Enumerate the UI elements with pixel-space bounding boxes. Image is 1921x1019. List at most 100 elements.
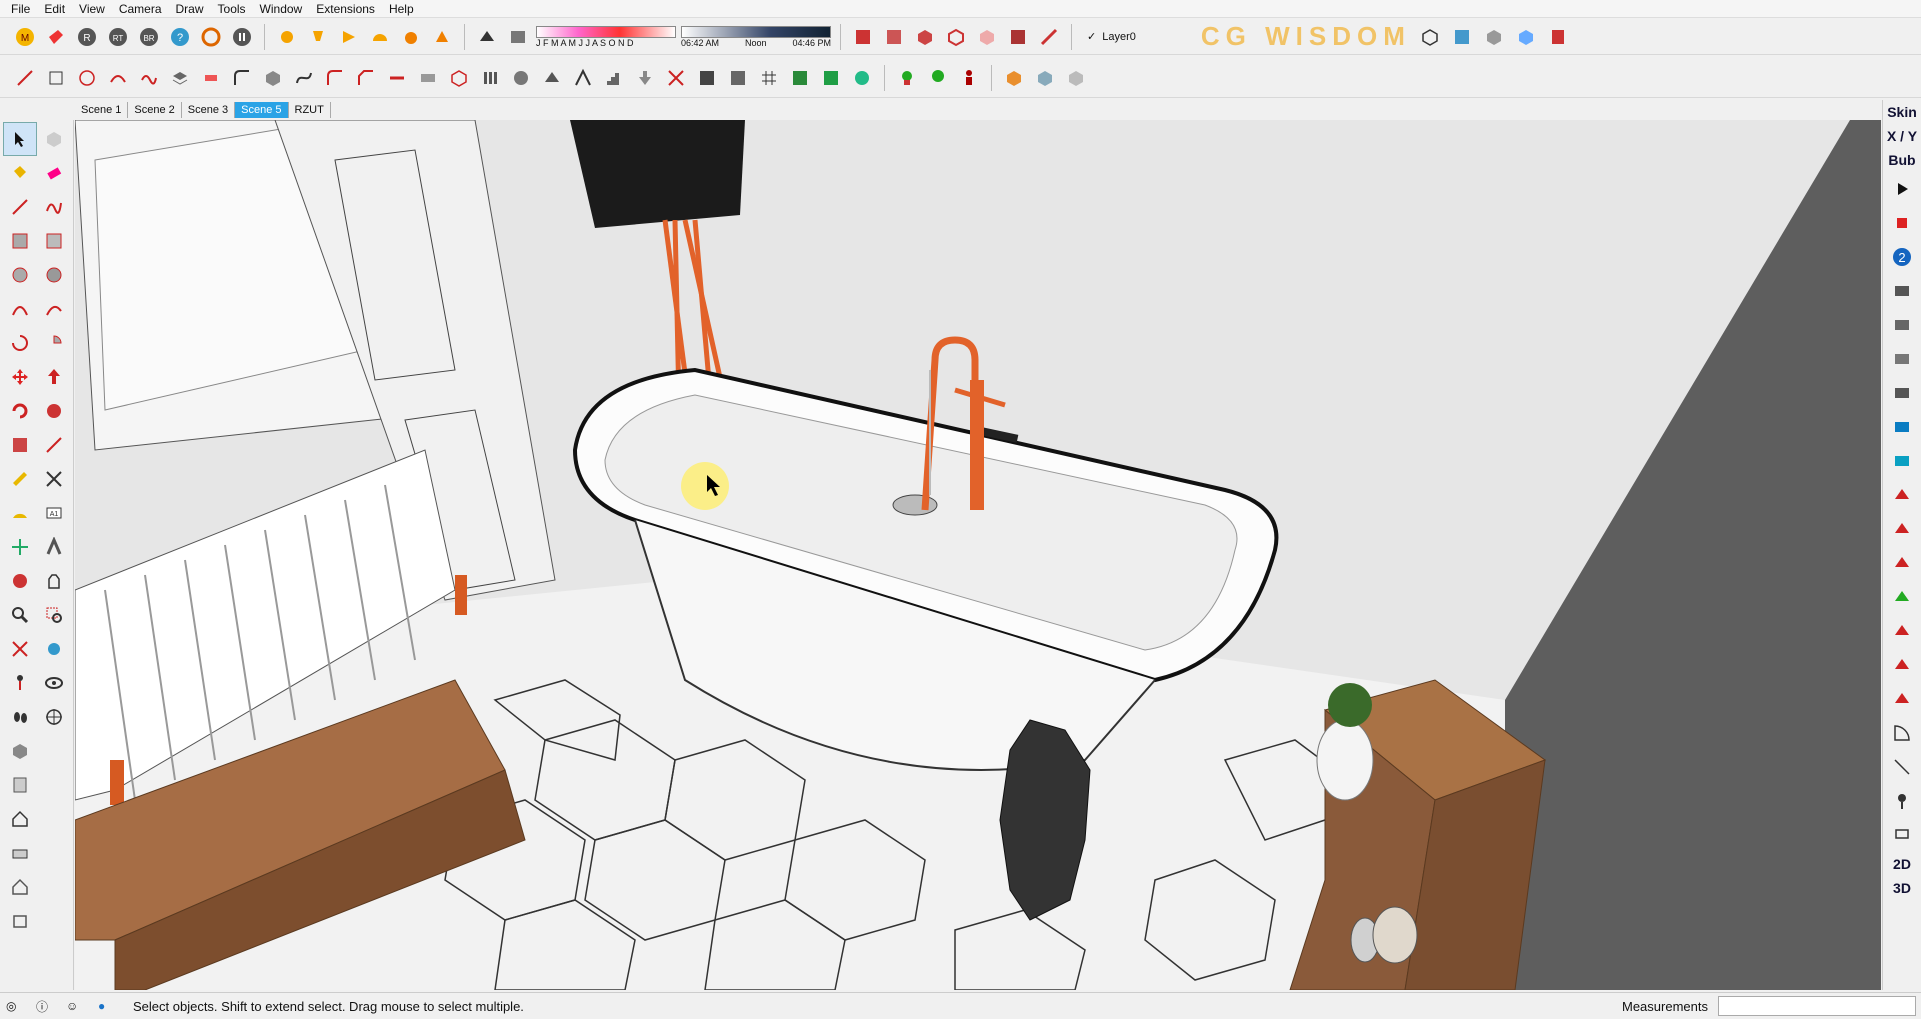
spot-light-icon[interactable] [305, 24, 331, 50]
material-replacer-icon[interactable] [539, 65, 565, 91]
home-icon[interactable] [3, 802, 37, 836]
record-icon[interactable] [1889, 210, 1915, 236]
text-tool-icon[interactable]: A1 [37, 496, 71, 530]
bub-label[interactable]: Bub [1888, 152, 1915, 168]
tab-scene-5[interactable]: Scene 5 [235, 102, 289, 118]
geolocation-icon[interactable]: ◎ [6, 999, 16, 1013]
axis-a-icon[interactable] [1889, 482, 1915, 508]
pin-icon[interactable] [1889, 788, 1915, 814]
view-2d-label[interactable]: 2D [1893, 856, 1911, 872]
cube-gray-icon[interactable] [1063, 65, 1089, 91]
section-plane-tool-icon[interactable] [37, 700, 71, 734]
menu-view[interactable]: View [72, 2, 112, 16]
tab-scene-2[interactable]: Scene 2 [128, 102, 182, 118]
warehouse-icon[interactable] [3, 734, 37, 768]
play-icon[interactable] [1889, 176, 1915, 202]
omni-light-icon[interactable] [367, 24, 393, 50]
section-display-icon[interactable] [881, 24, 907, 50]
component-stamp-icon[interactable] [570, 65, 596, 91]
render-r-icon[interactable]: R [74, 24, 100, 50]
shadow-month-slider[interactable] [536, 25, 676, 38]
tree-icon[interactable] [925, 65, 951, 91]
sheet-copy-icon[interactable] [1889, 380, 1915, 406]
menu-window[interactable]: Window [253, 2, 310, 16]
skin-label[interactable]: Skin [1887, 104, 1917, 120]
render-rt-icon[interactable]: RT [105, 24, 131, 50]
stair-maker-icon[interactable] [601, 65, 627, 91]
right-view-icon[interactable] [1513, 24, 1539, 50]
zoom-tool-icon[interactable] [3, 598, 37, 632]
three-point-arc-icon[interactable] [3, 326, 37, 360]
push-pull-icon[interactable] [37, 360, 71, 394]
polygon-icon[interactable] [37, 258, 71, 292]
follow-me-extension-icon[interactable] [415, 65, 441, 91]
figure-icon[interactable] [956, 65, 982, 91]
sub-division-icon[interactable] [446, 65, 472, 91]
axes-tool-icon[interactable] [3, 530, 37, 564]
menu-camera[interactable]: Camera [112, 2, 169, 16]
textured-style-icon[interactable] [1036, 24, 1062, 50]
dimension-tool-icon[interactable] [37, 462, 71, 496]
shadow-time-slider[interactable] [681, 25, 831, 38]
rotate-tool-icon[interactable] [3, 394, 37, 428]
shadows-toggle-icon[interactable] [474, 24, 500, 50]
house-outline-icon[interactable] [3, 870, 37, 904]
render-tag-icon[interactable] [43, 24, 69, 50]
measurements-input[interactable] [1718, 996, 1916, 1016]
two-point-arc-icon[interactable] [37, 292, 71, 326]
circle-tool-icon[interactable] [74, 65, 100, 91]
target-icon[interactable] [198, 24, 224, 50]
look-around-icon[interactable] [37, 666, 71, 700]
layers-icon[interactable] [167, 65, 193, 91]
sheet-edit-icon[interactable] [1889, 346, 1915, 372]
position-camera-icon[interactable] [3, 666, 37, 700]
freehand-tool-icon[interactable] [37, 190, 71, 224]
front-view-icon[interactable] [1481, 24, 1507, 50]
curve-tool-icon[interactable] [105, 65, 131, 91]
rotated-rectangle-icon[interactable] [37, 224, 71, 258]
shadow-date-control[interactable]: J F M A M J J A S O N D [536, 25, 676, 48]
help-icon[interactable]: ? [167, 24, 193, 50]
hidden-line-icon[interactable] [974, 24, 1000, 50]
diagonal-line-icon[interactable] [1889, 754, 1915, 780]
user-icon[interactable]: ☺ [66, 999, 78, 1013]
spline-tool-icon[interactable] [136, 65, 162, 91]
bezier-icon[interactable] [291, 65, 317, 91]
cube-orange-icon[interactable] [1001, 65, 1027, 91]
paint-bucket-icon[interactable] [3, 156, 37, 190]
orbit-tool-icon[interactable] [3, 564, 37, 598]
sheet-cyan-icon[interactable] [1889, 448, 1915, 474]
line-tool-icon[interactable] [3, 190, 37, 224]
printer-icon[interactable] [3, 836, 37, 870]
iso-view-icon[interactable] [1417, 24, 1443, 50]
tab-scene-3[interactable]: Scene 3 [181, 102, 236, 118]
arc-icon[interactable] [3, 292, 37, 326]
profile-builder-icon[interactable] [477, 65, 503, 91]
select-tool-icon[interactable] [3, 122, 37, 156]
ies-light-icon[interactable] [336, 24, 362, 50]
weld-icon[interactable] [384, 65, 410, 91]
axis-j-icon[interactable] [1889, 516, 1915, 542]
pie-icon[interactable] [37, 326, 71, 360]
menu-tools[interactable]: Tools [211, 2, 253, 16]
shadow-time-control[interactable]: 06:42 AM Noon 04:46 PM [681, 25, 831, 48]
rectangle-tool-icon[interactable] [3, 224, 37, 258]
section-plane-icon[interactable] [850, 24, 876, 50]
component-tool-icon[interactable] [37, 122, 71, 156]
axis-f-icon[interactable] [1889, 686, 1915, 712]
walk-tool-icon[interactable] [3, 700, 37, 734]
plant-icon[interactable] [894, 65, 920, 91]
cube-blue-icon[interactable] [1032, 65, 1058, 91]
help-status-icon[interactable]: ● [98, 999, 105, 1013]
menu-extensions[interactable]: Extensions [309, 2, 382, 16]
pause-icon[interactable] [229, 24, 255, 50]
stamp-green-icon[interactable] [849, 65, 875, 91]
face-icon[interactable] [43, 65, 69, 91]
scissors-icon[interactable] [663, 65, 689, 91]
menu-help[interactable]: Help [382, 2, 421, 16]
tab-scene-1[interactable]: Scene 1 [75, 102, 129, 118]
back-view-icon[interactable] [1545, 24, 1571, 50]
mesh-light-icon[interactable] [429, 24, 455, 50]
sheet-icon[interactable] [1889, 278, 1915, 304]
3d-text-icon[interactable] [37, 530, 71, 564]
